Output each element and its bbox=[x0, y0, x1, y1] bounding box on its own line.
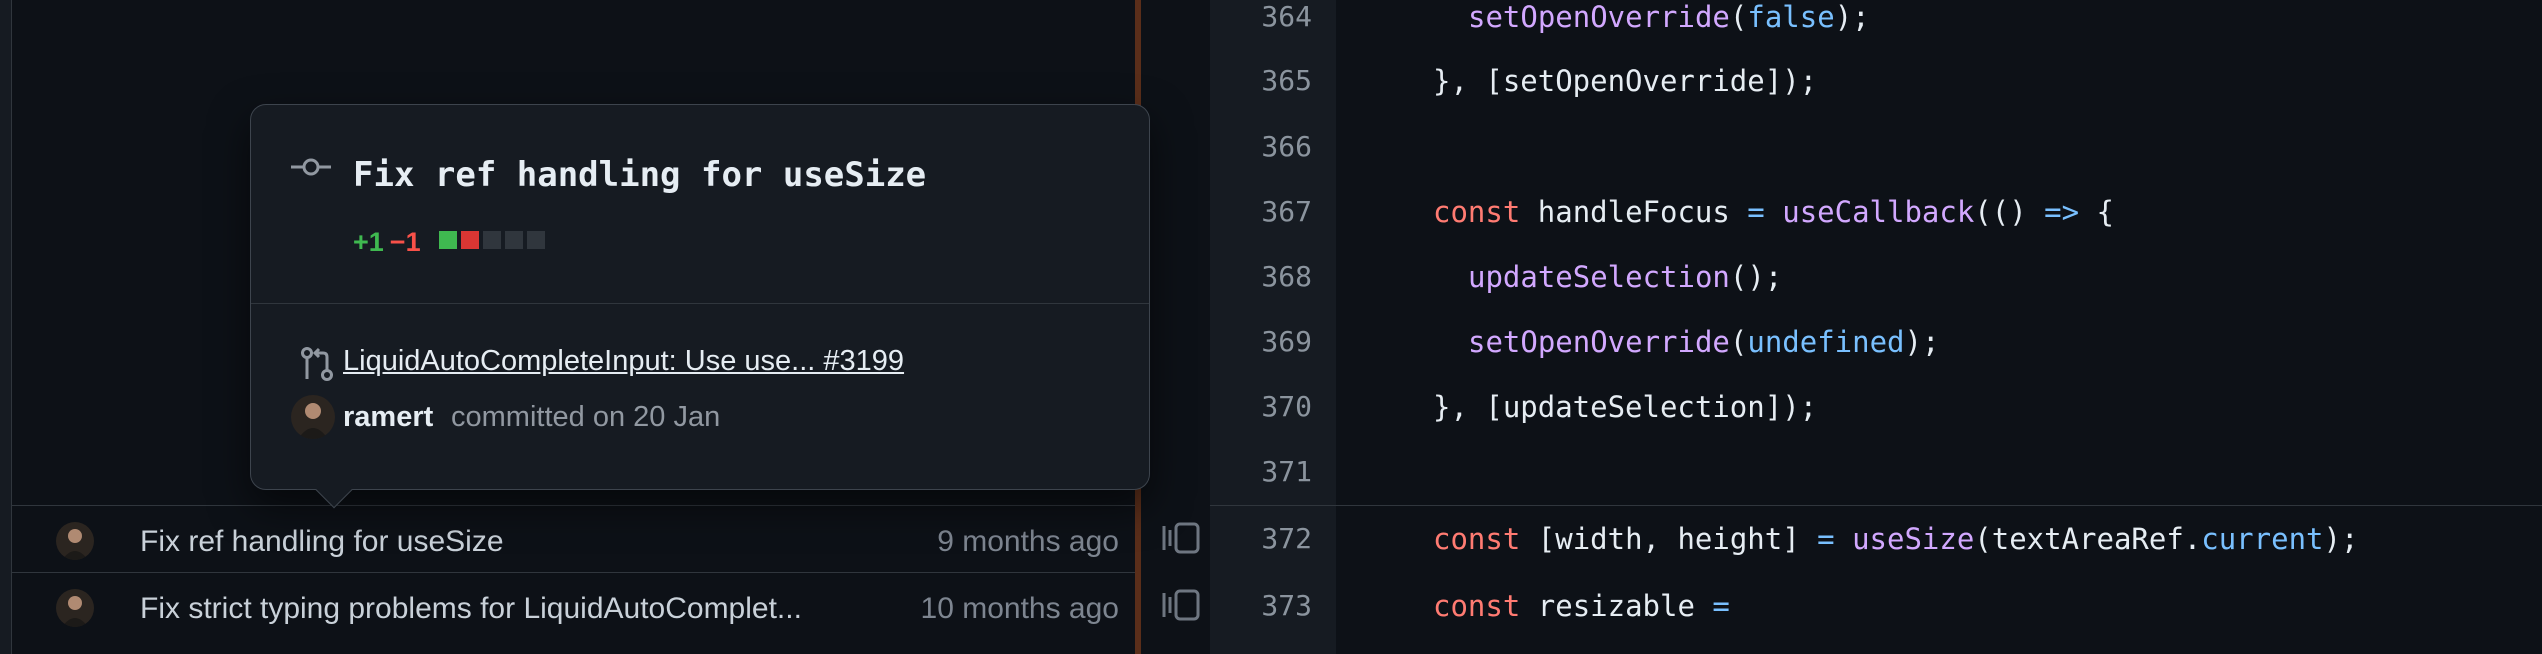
code-line: setOpenOverride(undefined); bbox=[1468, 325, 1940, 359]
commit-author[interactable]: ramert bbox=[343, 401, 433, 434]
commit-hovercard: Fix ref handling for useSize +1 −1 Liquid… bbox=[250, 104, 1150, 509]
line-number[interactable]: 372 bbox=[1210, 522, 1312, 555]
blame-commit-age: 10 months ago bbox=[920, 592, 1119, 625]
blame-commit-age: 9 months ago bbox=[937, 525, 1119, 558]
blame-commit-message[interactable]: Fix ref handling for useSize bbox=[140, 525, 504, 559]
blame-row[interactable]: Fix strict typing problems for LiquidAut… bbox=[12, 572, 1135, 654]
blame-hunk-divider bbox=[1210, 505, 2542, 506]
deletions-count: −1 bbox=[389, 227, 421, 257]
git-commit-icon bbox=[291, 155, 331, 179]
code-line: const handleFocus = useCallback(() => { bbox=[1433, 195, 2114, 229]
line-number[interactable]: 367 bbox=[1210, 195, 1312, 228]
code-line: }, [updateSelection]); bbox=[1433, 390, 1818, 424]
hovercard-commit-title[interactable]: Fix ref handling for useSize bbox=[353, 155, 926, 195]
user-avatar[interactable] bbox=[56, 589, 94, 627]
diffstat-block bbox=[505, 231, 523, 249]
line-number[interactable]: 373 bbox=[1210, 589, 1312, 622]
user-avatar[interactable] bbox=[56, 522, 94, 560]
code-line: const [width, height] = useSize(textArea… bbox=[1433, 522, 2359, 556]
line-number[interactable]: 366 bbox=[1210, 130, 1312, 163]
reblame-icon[interactable] bbox=[1160, 518, 1202, 558]
commit-date: committed on 20 Jan bbox=[451, 401, 721, 433]
hovercard-separator bbox=[251, 303, 1149, 304]
code-line: updateSelection(); bbox=[1468, 260, 1783, 294]
line-number[interactable]: 369 bbox=[1210, 325, 1312, 358]
code-line: setOpenOverride(false); bbox=[1468, 0, 1870, 34]
code-line: const resizable = bbox=[1433, 589, 1730, 623]
line-number[interactable]: 371 bbox=[1210, 455, 1312, 488]
line-number[interactable]: 364 bbox=[1210, 0, 1312, 33]
diffstat-blocks bbox=[439, 231, 545, 249]
diffstat: +1 −1 bbox=[353, 227, 421, 258]
diffstat-block bbox=[527, 231, 545, 249]
blame-left-edge bbox=[0, 0, 12, 654]
user-avatar[interactable] bbox=[291, 395, 335, 439]
reblame-icon[interactable] bbox=[1160, 585, 1202, 625]
diffstat-block bbox=[461, 231, 479, 249]
line-number[interactable]: 368 bbox=[1210, 260, 1312, 293]
additions-count: +1 bbox=[353, 227, 384, 257]
git-pull-request-icon bbox=[299, 345, 335, 383]
diffstat-block bbox=[483, 231, 501, 249]
blame-commit-message[interactable]: Fix strict typing problems for LiquidAut… bbox=[140, 592, 802, 626]
pull-request-link[interactable]: LiquidAutoCompleteInput: Use use... #319… bbox=[343, 345, 904, 378]
blame-row[interactable]: Fix ref handling for useSize 9 months ag… bbox=[12, 505, 1135, 571]
line-number[interactable]: 370 bbox=[1210, 390, 1312, 423]
code-line: }, [setOpenOverride]); bbox=[1433, 64, 1818, 98]
diffstat-block bbox=[439, 231, 457, 249]
line-number[interactable]: 365 bbox=[1210, 64, 1312, 97]
